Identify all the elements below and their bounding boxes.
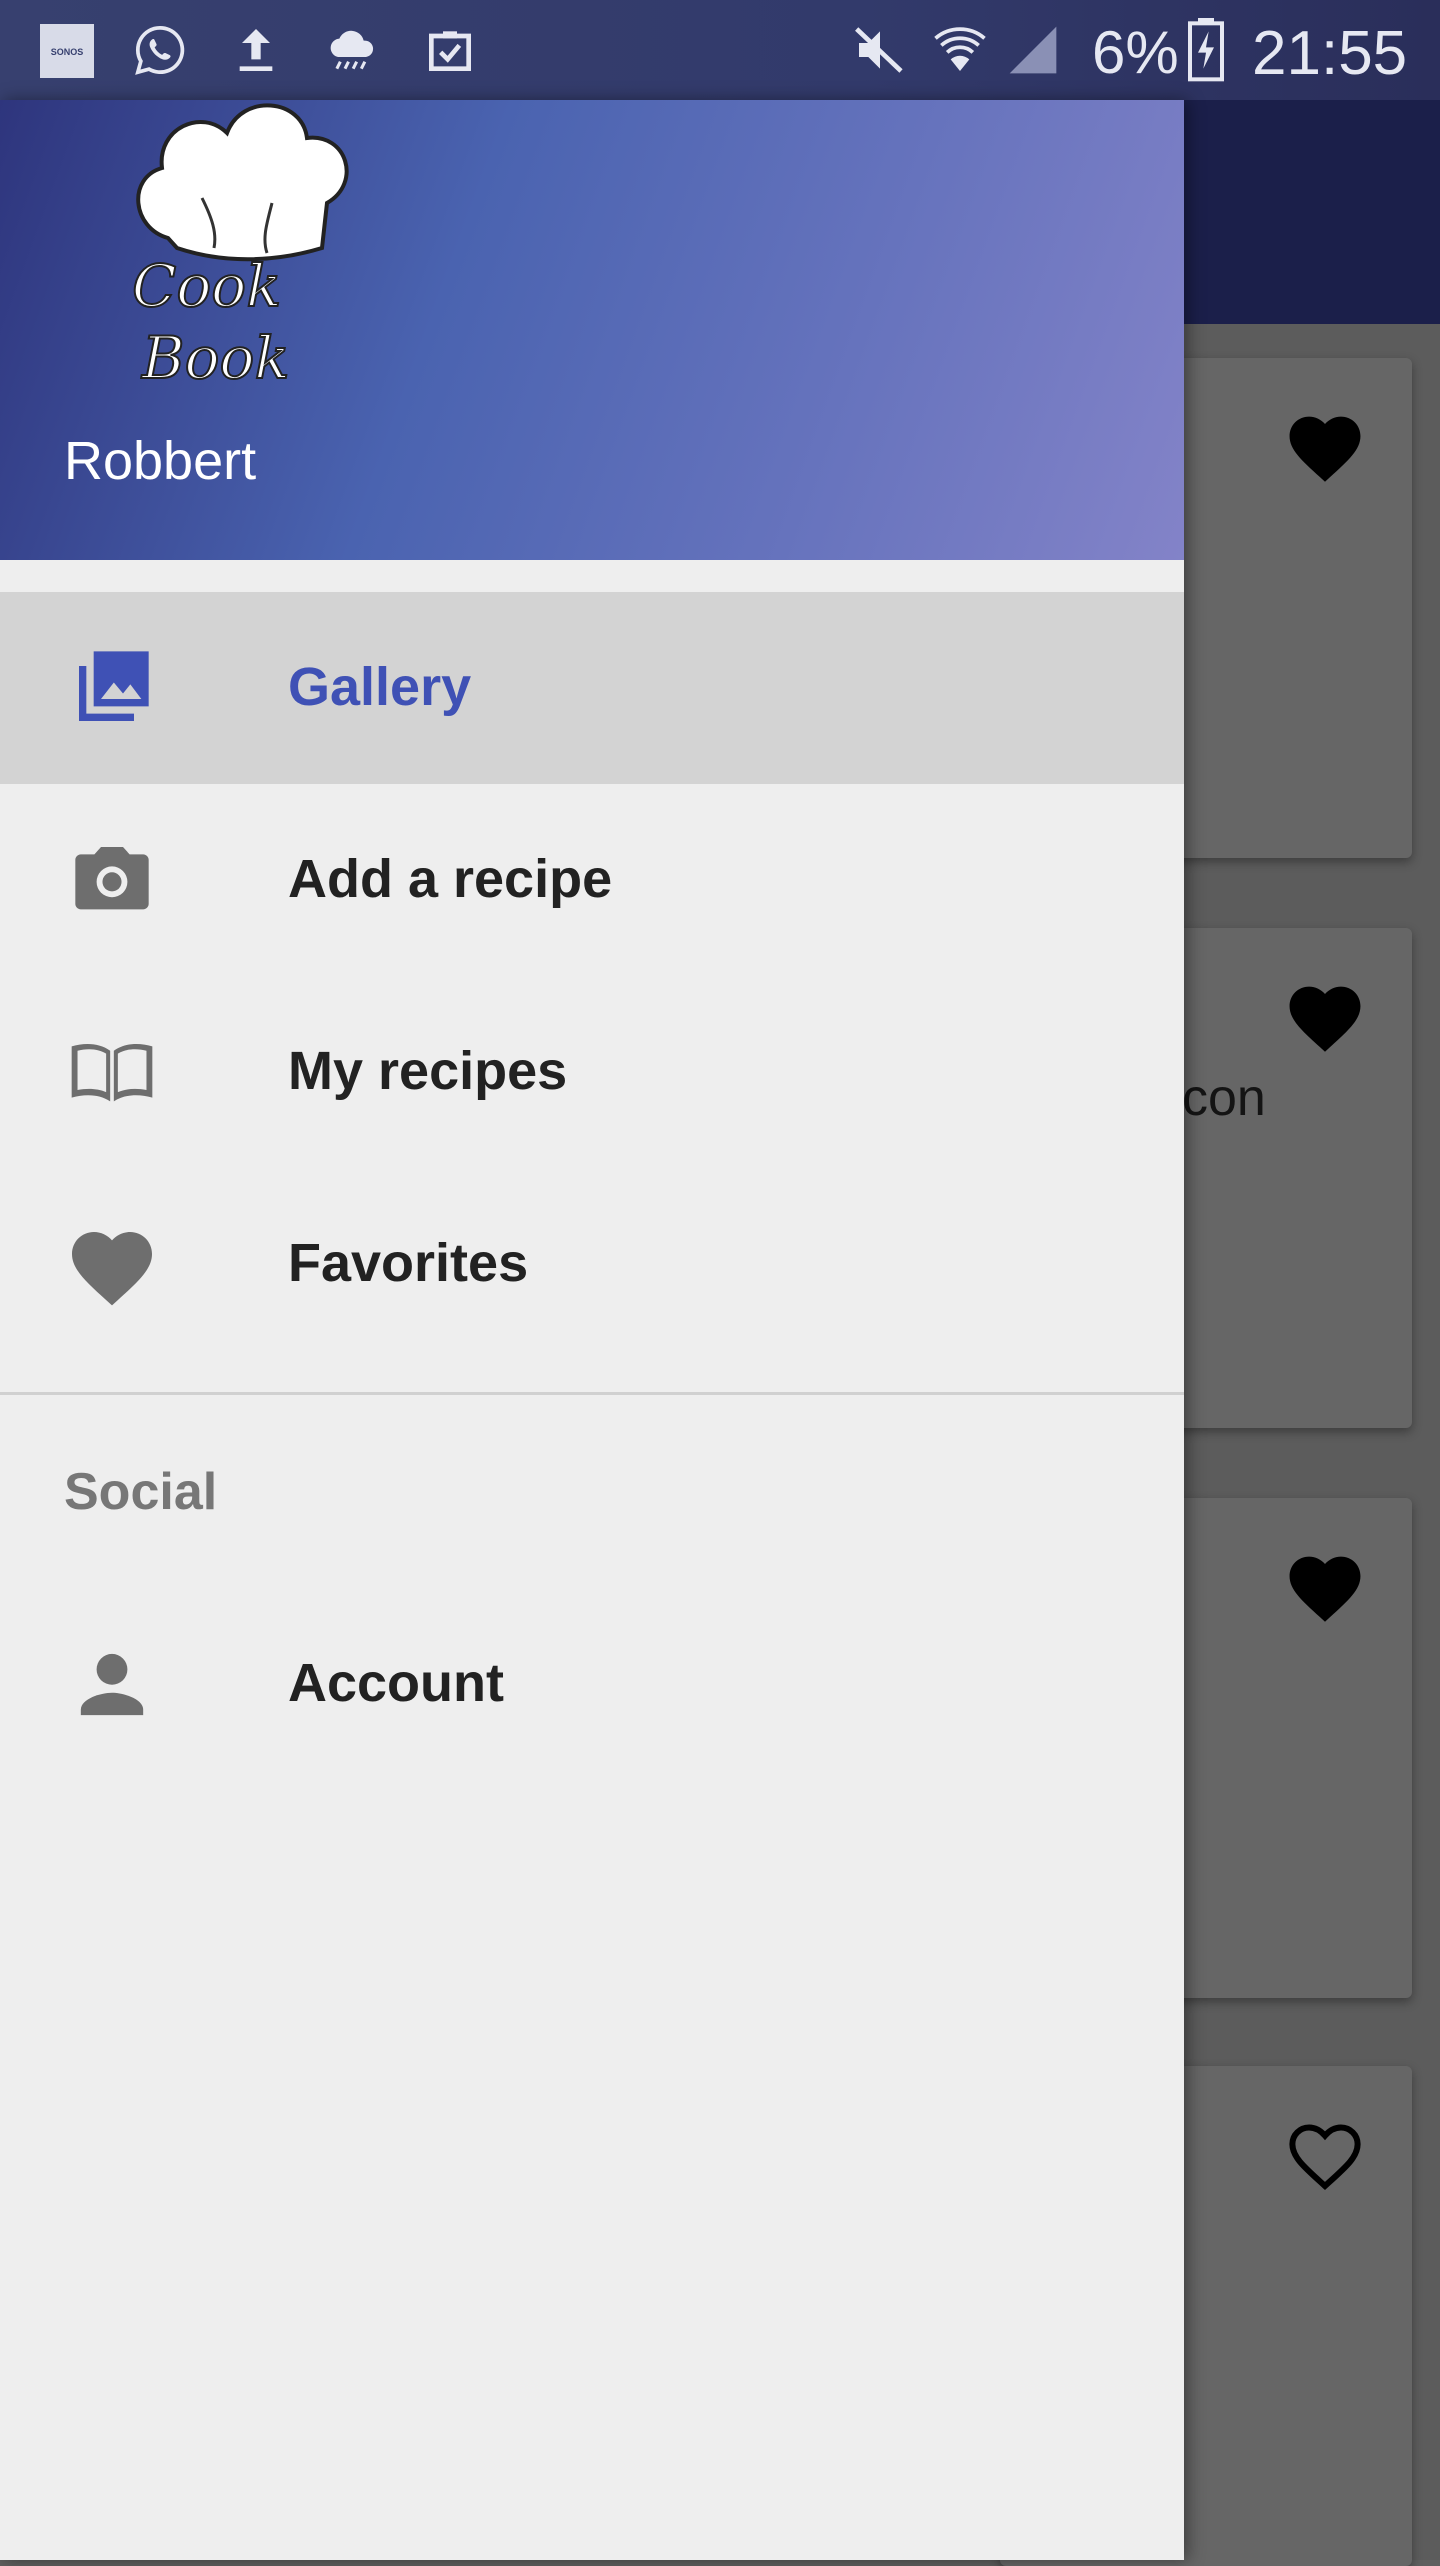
nav-item-account[interactable]: Account bbox=[0, 1588, 1184, 1780]
signal-icon bbox=[1009, 26, 1057, 74]
clock: 21:55 bbox=[1252, 19, 1408, 88]
favorite-filled-icon[interactable] bbox=[1282, 976, 1368, 1054]
favorite-filled-icon[interactable] bbox=[1282, 406, 1368, 484]
nav-item-gallery[interactable]: Gallery bbox=[0, 592, 1184, 784]
whatsapp-icon bbox=[135, 25, 185, 75]
gallery-icon bbox=[79, 651, 149, 721]
navigation-drawer: Cook Book Robbert Gallery Add a recipe M… bbox=[0, 100, 1184, 2560]
heart-icon bbox=[72, 1232, 152, 1306]
person-icon bbox=[80, 1653, 144, 1716]
cookbook-logo: Cook Book bbox=[131, 103, 349, 393]
section-header-social: Social bbox=[64, 1463, 218, 1521]
favorite-outline-icon[interactable] bbox=[1282, 2114, 1368, 2192]
upload-icon bbox=[239, 29, 273, 71]
svg-text:SONOS: SONOS bbox=[51, 47, 84, 57]
nav-item-my-recipes[interactable]: My recipes bbox=[0, 976, 1184, 1168]
camera-icon bbox=[75, 847, 149, 910]
logo-text-cook: Cook bbox=[132, 252, 281, 320]
nav-label-gallery: Gallery bbox=[288, 657, 472, 717]
sonos-icon: SONOS bbox=[40, 24, 94, 78]
nav-item-add-recipe[interactable]: Add a recipe bbox=[0, 784, 1184, 976]
recipe-card-title: con bbox=[1182, 1069, 1266, 1127]
battery-charging-icon bbox=[1188, 18, 1224, 82]
nav-item-favorites[interactable]: Favorites bbox=[0, 1168, 1184, 1360]
status-bar: SONOS 6% 21:55 bbox=[0, 0, 1440, 100]
weather-icon bbox=[330, 30, 374, 70]
battery-percent: 6% bbox=[1092, 19, 1179, 86]
wifi-icon bbox=[934, 27, 986, 71]
mute-icon bbox=[855, 27, 903, 73]
logo-text-book: Book bbox=[141, 324, 290, 392]
book-icon bbox=[71, 1043, 153, 1102]
nav-label-my-recipes: My recipes bbox=[288, 1041, 568, 1101]
drawer-header: Cook Book Robbert bbox=[0, 100, 1184, 560]
clipboard-check-icon bbox=[429, 31, 471, 71]
nav-label-add-recipe: Add a recipe bbox=[288, 849, 613, 909]
nav-label-favorites: Favorites bbox=[288, 1233, 529, 1293]
favorite-filled-icon[interactable] bbox=[1282, 1546, 1368, 1624]
user-name: Robbert bbox=[64, 431, 257, 491]
nav-label-account: Account bbox=[288, 1653, 504, 1713]
drawer-divider bbox=[0, 1392, 1184, 1395]
